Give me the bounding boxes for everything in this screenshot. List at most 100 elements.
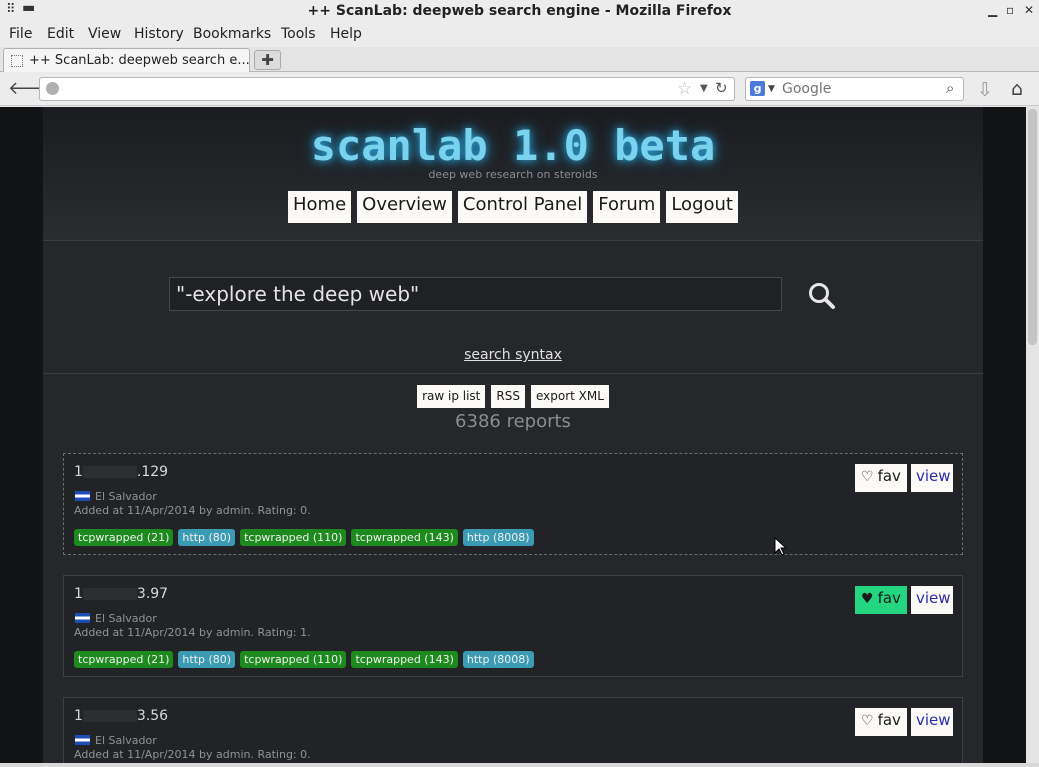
port-tag[interactable]: http (80) bbox=[178, 651, 236, 668]
menu-history[interactable]: History bbox=[134, 26, 184, 42]
view-button[interactable]: view bbox=[911, 708, 953, 736]
url-history-dropdown-icon[interactable]: ▼ bbox=[700, 83, 708, 94]
scanlab-page: scanlab 1.0 beta deep web research on st… bbox=[43, 107, 983, 763]
new-tab-button[interactable]: ✚ bbox=[254, 50, 281, 70]
mouse-cursor-icon bbox=[774, 536, 788, 556]
port-tag[interactable]: http (80) bbox=[178, 529, 236, 546]
fav-button[interactable]: ♡ fav bbox=[855, 708, 907, 736]
port-tag[interactable]: tcpwrapped (21) bbox=[74, 651, 174, 668]
port-tag[interactable]: tcpwrapped (21) bbox=[74, 529, 174, 546]
flag-el-salvador-icon bbox=[75, 613, 90, 623]
window-title: ++ ScanLab: deepweb search engine - Mozi… bbox=[307, 3, 732, 19]
result-country: El Salvador bbox=[95, 734, 157, 747]
minimize-icon[interactable]: ▁ bbox=[988, 3, 997, 17]
result-ip[interactable]: 1 .129 bbox=[74, 464, 168, 480]
nav-control-panel[interactable]: Control Panel bbox=[457, 191, 588, 223]
status-strip bbox=[0, 763, 1039, 767]
ip-redacted bbox=[82, 710, 137, 722]
fav-label: fav bbox=[877, 467, 901, 485]
view-button[interactable]: view bbox=[911, 464, 953, 492]
fav-label: fav bbox=[877, 711, 901, 729]
close-icon[interactable]: ✕ bbox=[1024, 3, 1034, 17]
ip-prefix: 1 bbox=[74, 708, 83, 724]
ip-suffix: .129 bbox=[136, 464, 169, 480]
nav-forum[interactable]: Forum bbox=[593, 191, 661, 223]
search-engine-dropdown-icon[interactable]: ▼ bbox=[768, 84, 775, 94]
downloads-icon[interactable]: ⇩ bbox=[977, 79, 993, 101]
home-icon[interactable]: ⌂ bbox=[1011, 78, 1023, 100]
result-country: El Salvador bbox=[95, 490, 157, 503]
port-tag[interactable]: http (8008) bbox=[462, 651, 534, 668]
result-ip[interactable]: 1 3.56 bbox=[74, 708, 168, 724]
flag-el-salvador-icon bbox=[75, 735, 90, 745]
result-country: El Salvador bbox=[95, 612, 157, 625]
menu-view[interactable]: View bbox=[88, 26, 121, 42]
tab-strip: ++ ScanLab: deepweb search e... ✚ bbox=[0, 47, 1039, 73]
site-nav: Home Overview Control Panel Forum Logout bbox=[43, 191, 983, 223]
site-tagline: deep web research on steroids bbox=[428, 168, 598, 181]
query-input[interactable] bbox=[169, 277, 782, 311]
heart-filled-icon: ♥ bbox=[861, 591, 874, 607]
result-tags: tcpwrapped (21) http (80) tcpwrapped (11… bbox=[74, 651, 534, 668]
site-logo[interactable]: scanlab 1.0 beta bbox=[43, 121, 983, 170]
result-added: Added at 11/Apr/2014 by admin. Rating: 0… bbox=[74, 748, 311, 761]
globe-icon bbox=[46, 82, 59, 95]
fav-button-active[interactable]: ♥ fav bbox=[855, 586, 907, 614]
web-search-input[interactable] bbox=[782, 80, 942, 98]
search-button-icon[interactable] bbox=[807, 281, 837, 311]
port-tag[interactable]: tcpwrapped (110) bbox=[240, 529, 347, 546]
export-xml-button[interactable]: export XML bbox=[530, 385, 609, 408]
tab-scanlab[interactable]: ++ ScanLab: deepweb search e... bbox=[3, 48, 250, 73]
port-tag[interactable]: tcpwrapped (110) bbox=[240, 651, 347, 668]
search-syntax-link[interactable]: search syntax bbox=[43, 347, 983, 363]
window-titlebar: ⠿ ▬ ++ ScanLab: deepweb search engine - … bbox=[0, 0, 1039, 23]
maximize-icon[interactable]: ▫ bbox=[1006, 3, 1014, 17]
result-card: 1 .129 El Salvador Added at 11/Apr/2014 b… bbox=[63, 453, 963, 555]
search-icon[interactable]: ⌕ bbox=[946, 79, 954, 97]
port-tag[interactable]: tcpwrapped (143) bbox=[351, 529, 458, 546]
menu-bookmarks[interactable]: Bookmarks bbox=[193, 26, 271, 42]
ip-redacted bbox=[82, 588, 137, 600]
port-tag[interactable]: http (8008) bbox=[462, 529, 534, 546]
nav-overview[interactable]: Overview bbox=[357, 191, 452, 223]
nav-home[interactable]: Home bbox=[288, 191, 352, 223]
page-scrollbar[interactable] bbox=[1026, 107, 1039, 763]
menu-help[interactable]: Help bbox=[330, 26, 362, 42]
bookmark-star-icon[interactable]: ☆ bbox=[677, 79, 692, 99]
result-added: Added at 11/Apr/2014 by admin. Rating: 1… bbox=[74, 626, 311, 639]
ip-redacted bbox=[82, 466, 137, 478]
ip-prefix: 1 bbox=[74, 464, 83, 480]
fav-button[interactable]: ♡ fav bbox=[855, 464, 907, 492]
rss-button[interactable]: RSS bbox=[491, 385, 525, 408]
web-search-box[interactable]: g ▼ ⌕ bbox=[745, 77, 964, 101]
report-count: 6386 reports bbox=[455, 411, 571, 432]
view-button[interactable]: view bbox=[911, 586, 953, 614]
page-viewport: scanlab 1.0 beta deep web research on st… bbox=[0, 107, 1026, 763]
menu-edit[interactable]: Edit bbox=[47, 26, 74, 42]
menu-file[interactable]: File bbox=[9, 26, 32, 42]
scrollbar-thumb[interactable] bbox=[1028, 109, 1037, 345]
url-bar[interactable]: ☆ ▼ ↻ bbox=[39, 77, 735, 101]
navigation-toolbar: 🡐 ☆ ▼ ↻ g ▼ ⌕ ⇩ ⌂ bbox=[0, 72, 1039, 106]
heart-outline-icon: ♡ bbox=[861, 469, 874, 485]
heart-outline-icon: ♡ bbox=[861, 713, 874, 729]
menu-tools[interactable]: Tools bbox=[281, 26, 316, 42]
ip-suffix: 3.97 bbox=[136, 586, 169, 602]
result-tags: tcpwrapped (21) http (80) tcpwrapped (11… bbox=[74, 529, 534, 546]
ip-prefix: 1 bbox=[74, 586, 83, 602]
reload-icon[interactable]: ↻ bbox=[715, 79, 728, 97]
search-engine-google-icon[interactable]: g bbox=[750, 81, 765, 96]
site-header: scanlab 1.0 beta deep web research on st… bbox=[43, 107, 983, 241]
tab-label: ++ ScanLab: deepweb search e... bbox=[29, 53, 250, 68]
nav-logout[interactable]: Logout bbox=[666, 191, 738, 223]
port-tag[interactable]: tcpwrapped (143) bbox=[351, 651, 458, 668]
flag-el-salvador-icon bbox=[75, 491, 90, 501]
result-added: Added at 11/Apr/2014 by admin. Rating: 0… bbox=[74, 504, 311, 517]
search-section: search syntax bbox=[43, 241, 983, 374]
page-favicon-icon bbox=[11, 55, 23, 67]
menu-bar: File Edit View History Bookmarks Tools H… bbox=[0, 23, 1039, 47]
fav-label: fav bbox=[877, 589, 901, 607]
result-ip[interactable]: 1 3.97 bbox=[74, 586, 168, 602]
raw-ip-list-button[interactable]: raw ip list bbox=[417, 385, 486, 408]
ip-suffix: 3.56 bbox=[136, 708, 169, 724]
